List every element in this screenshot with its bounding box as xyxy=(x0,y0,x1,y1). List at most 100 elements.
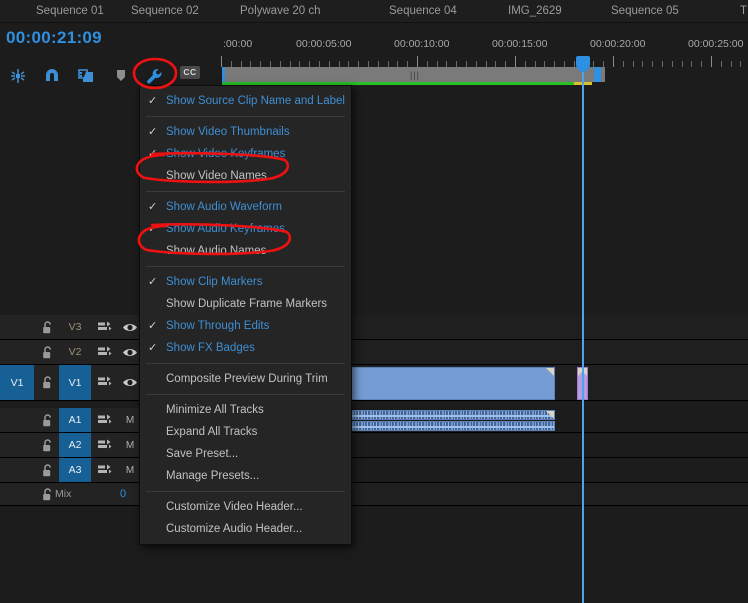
magnet-snap-icon[interactable] xyxy=(40,64,64,88)
checkmark-icon: ✓ xyxy=(148,276,158,288)
track-sync-lock-icon[interactable] xyxy=(91,315,117,339)
track-name-v1[interactable]: V1 xyxy=(59,365,91,400)
track-name-mix[interactable]: Mix xyxy=(55,483,97,505)
menu-item-label: Show Duplicate Frame Markers xyxy=(166,298,328,310)
menu-item-label: Show Audio Waveform xyxy=(166,201,282,213)
ruler-minor-tick xyxy=(701,61,702,67)
track-sync-lock-icon[interactable] xyxy=(91,340,117,364)
menu-item-show-video-names[interactable]: Show Video Names xyxy=(140,165,351,187)
track-name-v2[interactable]: V2 xyxy=(59,340,91,364)
menu-item-label: Show Clip Markers xyxy=(166,276,263,288)
timeline-clip-audio[interactable] xyxy=(345,421,555,431)
menu-item-show-clip-markers[interactable]: ✓ Show Clip Markers xyxy=(140,271,351,293)
timeline-clip-video[interactable] xyxy=(345,367,555,400)
mix-level-value[interactable]: 0 xyxy=(120,483,126,505)
audio-waveform-centerline xyxy=(346,426,554,428)
ruler-minor-tick xyxy=(740,61,741,67)
ruler-minor-tick xyxy=(633,61,634,67)
menu-item-show-through-edits[interactable]: ✓ Show Through Edits xyxy=(140,315,351,337)
ruler-time-label: 00:00:20:00 xyxy=(590,38,646,50)
track-header-a3[interactable]: A3 M xyxy=(0,458,145,483)
menu-item-label: Show Video Names xyxy=(166,170,267,182)
checkmark-icon: ✓ xyxy=(148,126,158,138)
navigator-right-handle[interactable] xyxy=(594,67,601,82)
track-name-a1[interactable]: A1 xyxy=(59,408,91,432)
menu-item-composite-preview-during-trim[interactable]: Composite Preview During Trim xyxy=(140,368,351,390)
timeline-navigator-bar[interactable]: ||| xyxy=(222,67,605,82)
menu-item-show-audio-waveform[interactable]: ✓ Show Audio Waveform xyxy=(140,196,351,218)
track-header-v1[interactable]: V1 V1 xyxy=(0,365,145,401)
menu-item-show-fx-badges[interactable]: ✓ Show FX Badges xyxy=(140,337,351,359)
track-name-a2[interactable]: A2 xyxy=(59,433,91,457)
track-header-v2[interactable]: V2 xyxy=(0,340,145,365)
menu-separator xyxy=(146,394,345,395)
track-name-a3[interactable]: A3 xyxy=(59,458,91,482)
ruler-minor-tick xyxy=(721,61,722,67)
track-header-v3[interactable]: V3 xyxy=(0,315,145,340)
track-sync-lock-icon[interactable] xyxy=(91,408,117,432)
track-target-toggle-v1[interactable]: V1 xyxy=(0,365,34,400)
checkmark-icon: ✓ xyxy=(148,148,158,160)
menu-item-show-video-keyframes[interactable]: ✓ Show Video Keyframes xyxy=(140,143,351,165)
menu-item-customize-video-header[interactable]: Customize Video Header... xyxy=(140,496,351,518)
track-sync-lock-icon[interactable] xyxy=(91,433,117,457)
playhead-line xyxy=(582,56,584,603)
track-lock-icon[interactable] xyxy=(36,340,58,364)
menu-item-label: Show Through Edits xyxy=(166,320,270,332)
ruler-time-label: 00:00:15:00 xyxy=(492,38,548,50)
linked-selection-icon[interactable] xyxy=(74,64,98,88)
track-lock-icon[interactable] xyxy=(36,433,58,457)
ruler-minor-tick xyxy=(672,61,673,67)
ruler-time-label: 00:00:05:00 xyxy=(296,38,352,50)
sequence-tab[interactable]: Sequence 04 xyxy=(389,0,457,22)
menu-item-manage-presets[interactable]: Manage Presets... xyxy=(140,465,351,487)
menu-separator xyxy=(146,363,345,364)
menu-separator xyxy=(146,491,345,492)
snap-to-playhead-icon[interactable] xyxy=(6,64,30,88)
menu-item-label: Composite Preview During Trim xyxy=(166,373,328,385)
ruler-minor-tick xyxy=(623,61,624,67)
playhead-handle[interactable] xyxy=(576,56,590,72)
sequence-tab[interactable]: Polywave 20 ch xyxy=(240,0,321,22)
closed-caption-badge[interactable]: CC xyxy=(180,66,200,79)
track-lock-icon[interactable] xyxy=(36,408,58,432)
navigator-grip: ||| xyxy=(409,69,421,80)
menu-item-show-video-thumbnails[interactable]: ✓ Show Video Thumbnails xyxy=(140,121,351,143)
menu-item-label: Customize Video Header... xyxy=(166,501,303,513)
menu-separator xyxy=(146,266,345,267)
checkmark-icon: ✓ xyxy=(148,201,158,213)
checkmark-icon: ✓ xyxy=(148,223,158,235)
sequence-tab[interactable]: Sequence 01 xyxy=(36,0,104,22)
ruler-time-label: 00:00:25:00 xyxy=(688,38,744,50)
sequence-tab[interactable]: IMG_2629 xyxy=(508,0,562,22)
track-lock-icon[interactable] xyxy=(36,365,58,400)
marker-icon[interactable] xyxy=(109,64,133,88)
timeline-clip-audio[interactable] xyxy=(345,410,555,420)
menu-item-show-duplicate-frame-markers[interactable]: Show Duplicate Frame Markers xyxy=(140,293,351,315)
menu-item-save-preset[interactable]: Save Preset... xyxy=(140,443,351,465)
menu-item-show-source-clip-name-and-label[interactable]: ✓ Show Source Clip Name and Label xyxy=(140,90,351,112)
track-sync-lock-icon[interactable] xyxy=(91,458,117,482)
ruler-major-tick xyxy=(221,56,222,67)
current-timecode[interactable]: 00:00:21:09 xyxy=(6,28,102,48)
menu-item-show-audio-names[interactable]: Show Audio Names xyxy=(140,240,351,262)
track-lock-icon[interactable] xyxy=(36,315,58,339)
track-lock-icon[interactable] xyxy=(36,458,58,482)
sequence-tab[interactable]: Sequence 05 xyxy=(611,0,679,22)
sequence-tab[interactable]: T xyxy=(740,0,747,22)
menu-item-label: Manage Presets... xyxy=(166,470,260,482)
menu-item-customize-audio-header[interactable]: Customize Audio Header... xyxy=(140,518,351,540)
menu-separator xyxy=(146,116,345,117)
track-name-v3[interactable]: V3 xyxy=(59,315,91,339)
menu-item-minimize-all-tracks[interactable]: Minimize All Tracks xyxy=(140,399,351,421)
track-header-a1[interactable]: A1 M xyxy=(0,408,145,433)
menu-item-show-audio-keyframes[interactable]: ✓ Show Audio Keyframes xyxy=(140,218,351,240)
menu-item-label: Minimize All Tracks xyxy=(166,404,264,416)
timeline-display-settings-menu[interactable]: ✓ Show Source Clip Name and Label ✓ Show Vi… xyxy=(139,85,352,545)
track-header-mix[interactable]: Mix 0 xyxy=(0,483,145,506)
sequence-tab[interactable]: Sequence 02 xyxy=(131,0,199,22)
track-header-a2[interactable]: A2 M xyxy=(0,433,145,458)
menu-item-label: Show Video Keyframes xyxy=(166,148,286,160)
menu-item-expand-all-tracks[interactable]: Expand All Tracks xyxy=(140,421,351,443)
track-sync-lock-icon[interactable] xyxy=(91,365,117,400)
